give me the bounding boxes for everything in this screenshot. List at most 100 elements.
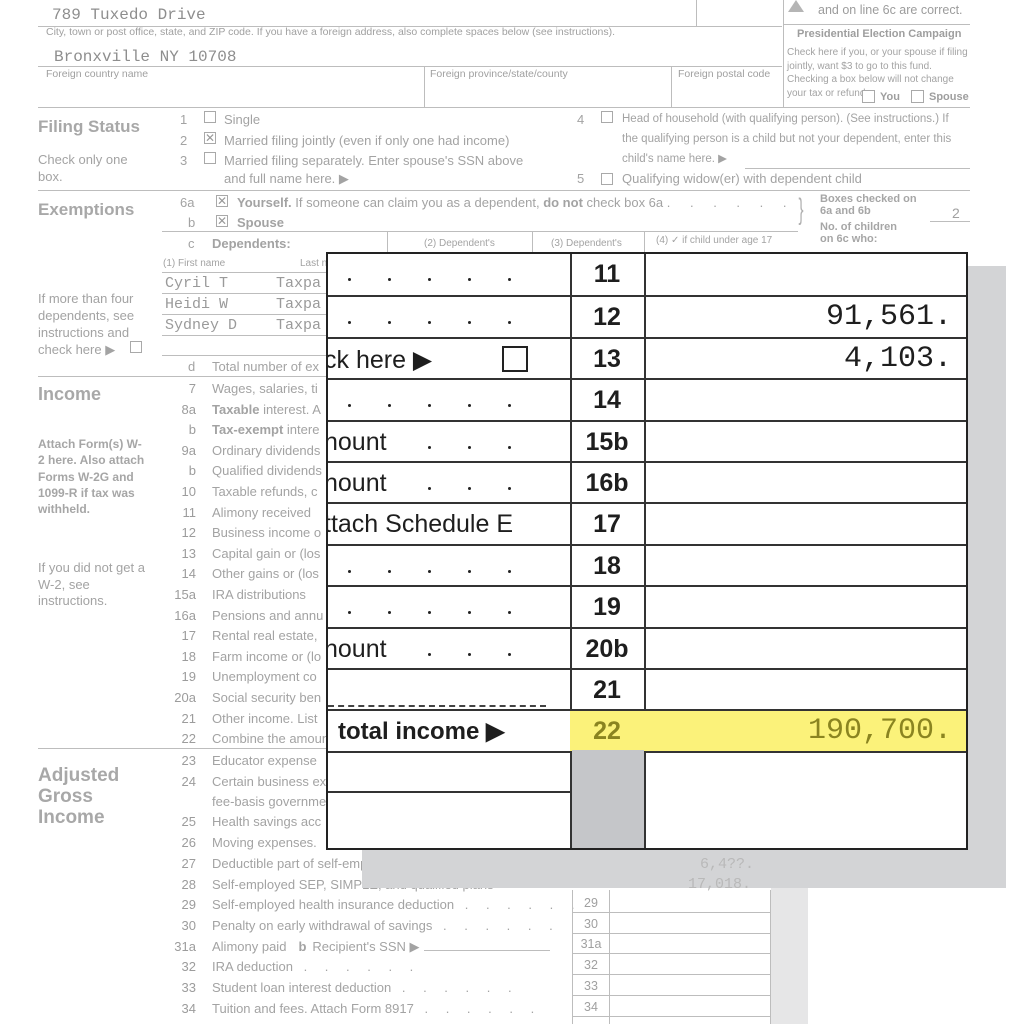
income-line-label: IRA distributions	[212, 587, 306, 602]
leader-dots: . . . . . .	[391, 980, 519, 995]
agi-line-label: Deductible part of self-emp	[212, 855, 368, 871]
agi-line-label: Alimony paid	[212, 938, 287, 954]
agi-amount-field[interactable]	[610, 935, 770, 955]
agi-box-number: 34	[584, 999, 598, 1014]
filing-option-3-label-cont: and full name here. ▶	[224, 171, 349, 186]
boxes-checked-label: Boxes checked on 6a and 6b	[820, 193, 917, 217]
divider	[572, 994, 770, 996]
line-d-num: d	[188, 359, 196, 374]
agi-amount-field[interactable]	[610, 977, 770, 997]
leader-dot	[348, 611, 351, 615]
spouse-checkbox[interactable]: ✕	[216, 215, 228, 227]
magnified-line-row: nount 20b	[328, 626, 966, 668]
income-line-row: b Tax-exempt intere	[170, 422, 320, 437]
income-line-number: 21	[181, 710, 196, 726]
agi-line-label: Educator expense	[212, 753, 317, 768]
foreign-country-label: Foreign country name	[46, 68, 149, 80]
agi-line-label: Student loan interest deduction	[212, 980, 392, 995]
agi-amount-field[interactable]	[610, 956, 770, 976]
children-label: No. of children on 6c who:	[820, 221, 897, 245]
campaign-you-checkbox[interactable]	[862, 90, 875, 103]
income-line-row: 12 Business income o	[170, 525, 322, 540]
line-6b-num: b	[188, 215, 196, 230]
more-than-four-checkbox[interactable]	[130, 341, 142, 353]
magnified-line-number: 12	[593, 303, 621, 332]
income-line-number: 19	[181, 669, 196, 685]
income-line-number: 11	[182, 504, 197, 520]
agi-amount-field[interactable]	[610, 915, 770, 935]
agi-amount-field[interactable]	[610, 894, 770, 914]
income-line-row: b Qualified dividends	[170, 463, 322, 478]
income-line-row: 21 Other income. List	[170, 711, 318, 726]
divider	[38, 748, 328, 749]
leader-dot	[348, 404, 351, 408]
agi-line-label: Health savings acc	[212, 814, 322, 830]
gray-line-column	[572, 750, 644, 848]
leader-dot	[388, 404, 391, 408]
divider	[38, 190, 970, 191]
line-6a-label: Yourself. If someone can claim you as a …	[237, 195, 795, 210]
magnified-line-row: 11	[328, 254, 966, 295]
campaign-title: Presidential Election Campaign	[797, 28, 962, 40]
income-line-number: b	[188, 463, 196, 479]
divider	[162, 355, 332, 356]
leader-dot	[508, 321, 511, 325]
divider	[162, 272, 332, 273]
agi-line-label: Self-employed health insurance deduction	[212, 897, 455, 913]
qualifying-child-name-field[interactable]	[745, 168, 970, 169]
col1-header: (1) First name	[163, 258, 226, 269]
filing-option-1-checkbox[interactable]	[204, 111, 216, 123]
filing-option-3-checkbox[interactable]	[204, 152, 216, 164]
campaign-spouse-checkbox[interactable]	[911, 90, 924, 103]
agi-line-number: 27	[181, 855, 196, 871]
filing-option-5-checkbox[interactable]	[601, 173, 613, 185]
income-line-row: 7 Wages, salaries, ti	[170, 381, 318, 396]
leader-dot	[428, 445, 431, 449]
agi-line-label-cont: fee-basis governmen	[212, 793, 334, 809]
agi-line-number: 23	[181, 753, 196, 768]
yourself-checkbox[interactable]: ✕	[216, 195, 228, 207]
leader-dot	[428, 652, 431, 656]
filing-option-1-label: Single	[224, 112, 261, 127]
agi-line-row: 29 Self-employed health insurance deducti…	[170, 897, 581, 912]
leader-dot	[508, 652, 511, 656]
income-line-row: 19 Unemployment co	[170, 669, 317, 684]
filing-option-4-checkbox[interactable]	[601, 111, 613, 123]
attach-w2-note: Attach Form(s) W-2 here. Also attach For…	[38, 437, 145, 517]
divider	[930, 221, 970, 222]
agi-box-number: 32	[584, 958, 598, 973]
agi-line-row: 30 Penalty on early withdrawal of savings…	[170, 918, 560, 933]
income-title: Income	[38, 384, 102, 404]
magnified-income-panel: 11 12 91,561. ck here ▶ 13 4,103. 14 nount 15b no…	[326, 252, 968, 850]
agi-line-label: Certain business exp	[212, 773, 334, 789]
income-line-number: 13	[181, 545, 196, 561]
line-27-faded-value: 6,4??.	[700, 856, 755, 873]
foreign-province-label: Foreign province/state/county	[430, 68, 568, 80]
leader-dot	[348, 321, 351, 325]
income-line-number: 14	[181, 566, 196, 582]
income-line-row: 8a Taxable interest. A	[170, 402, 321, 417]
agi-amount-field[interactable]	[610, 998, 770, 1018]
magnified-line-row: 18	[328, 543, 966, 585]
income-line-number: 17	[181, 628, 196, 644]
filing-option-2-label: Married filing jointly (even if only one…	[224, 133, 510, 148]
divider	[572, 974, 770, 976]
dependent-2-first: Heidi W	[165, 296, 229, 313]
agi-line-number: 34	[181, 1000, 196, 1016]
leader-dot	[468, 611, 471, 615]
agi-line-label: Penalty on early withdrawal of savings	[212, 917, 433, 933]
dashed-divider	[328, 705, 546, 708]
line-28-faded-value: 17,018.	[688, 876, 752, 893]
leader-dot	[468, 652, 471, 656]
magnified-checkbox[interactable]	[502, 345, 528, 372]
recipient-ssn-field[interactable]	[423, 940, 550, 951]
filing-option-2-checkbox[interactable]: ✕	[204, 132, 216, 144]
line-6a-text: If someone can claim you as a dependent,	[295, 195, 540, 210]
filing-option-3-label: Married filing separately. Enter spouse'…	[224, 153, 524, 168]
dependent-1-last: Taxpa	[276, 275, 322, 292]
agi-line-row: 27 Deductible part of self-emp	[170, 855, 368, 871]
leader-dot	[388, 569, 391, 573]
magnified-line-number: 16b	[585, 469, 629, 497]
filing-status-title: Filing Status	[38, 117, 140, 136]
leader-dot	[468, 278, 471, 281]
